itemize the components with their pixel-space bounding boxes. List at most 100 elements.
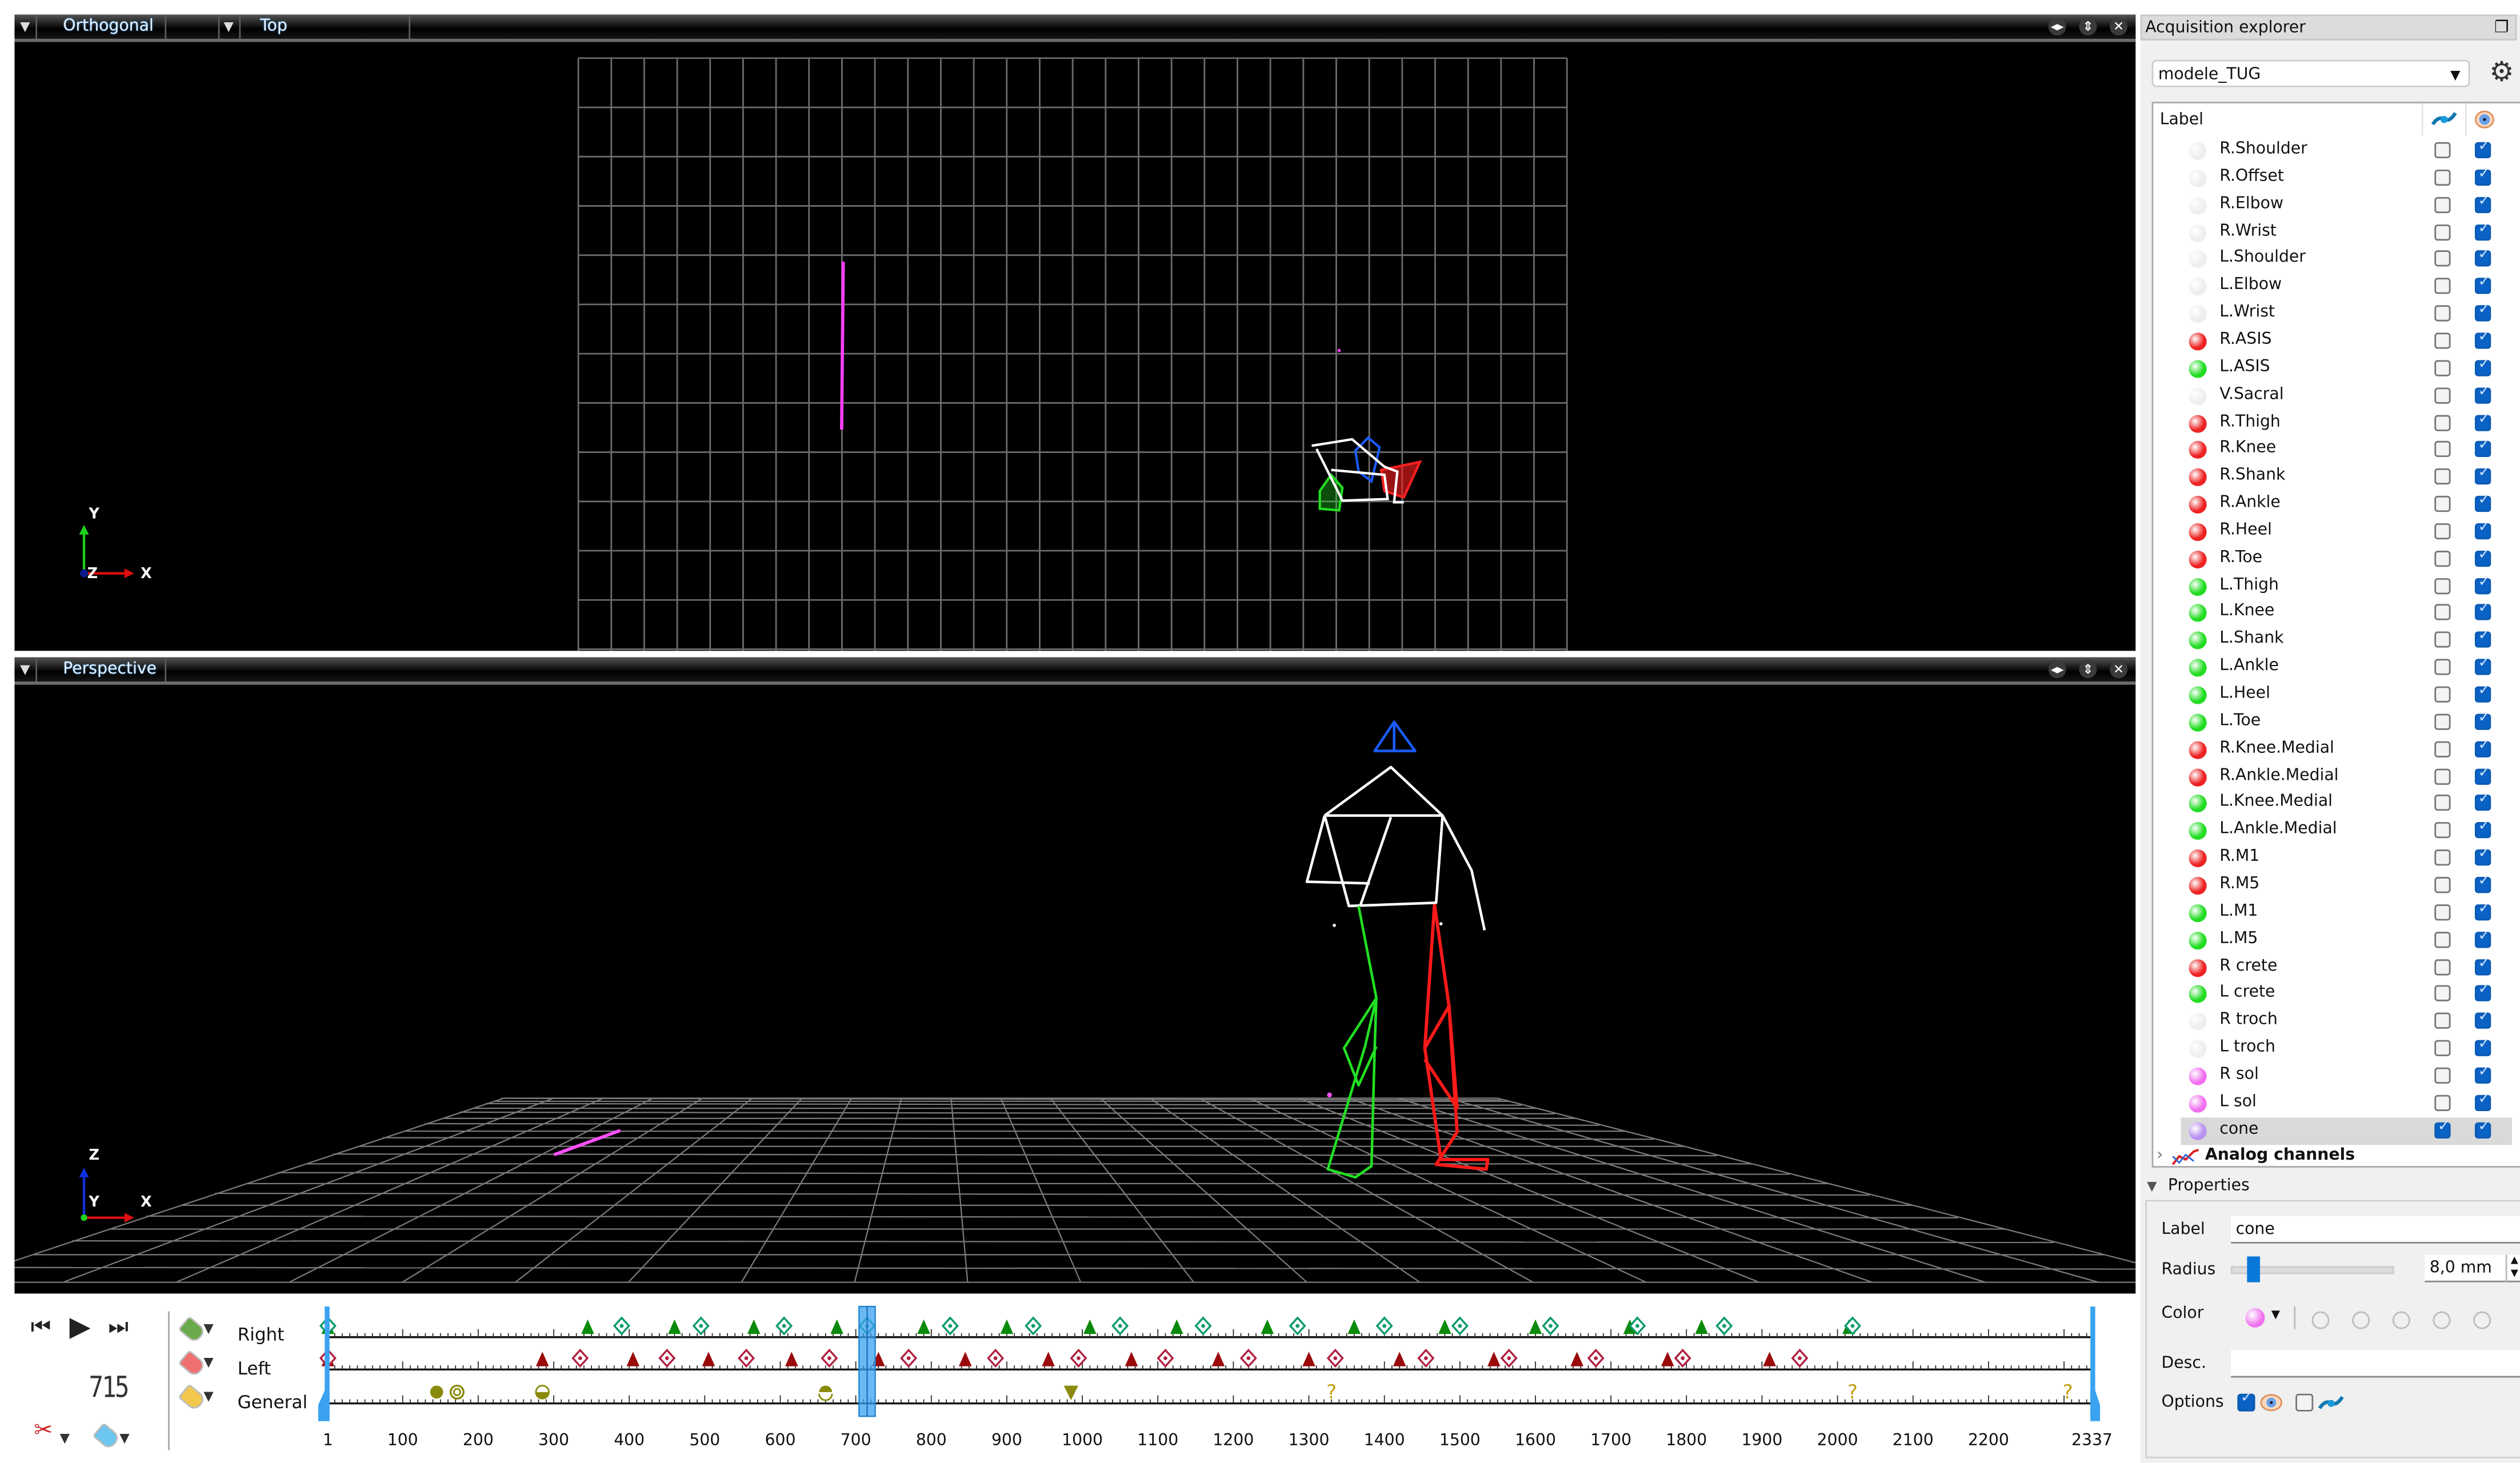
trajectory-checkbox[interactable] <box>2434 441 2451 458</box>
collapse-caret-icon[interactable]: ▼ <box>2147 1179 2157 1193</box>
visibility-checkbox[interactable] <box>2474 356 2491 376</box>
options-visible-checkbox[interactable] <box>2237 1390 2255 1412</box>
radius-spinbox[interactable]: 8,0 mm ▲ ▼ <box>2425 1254 2520 1282</box>
marker-row[interactable]: R crete <box>2153 953 2515 981</box>
trajectory-checkbox[interactable] <box>2434 931 2451 948</box>
visibility-checkbox[interactable] <box>2474 1037 2491 1056</box>
view-menu-caret-icon[interactable]: ▼ <box>218 14 241 39</box>
trajectory-checkbox[interactable] <box>2434 387 2451 403</box>
viewport-menu-caret-icon[interactable]: ▼ <box>14 657 38 682</box>
visibility-checkbox[interactable] <box>2474 574 2491 594</box>
marker-row[interactable]: R.Ankle <box>2153 491 2515 519</box>
visibility-checkbox[interactable] <box>2474 1064 2491 1084</box>
trajectory-checkbox[interactable] <box>2434 414 2451 431</box>
visibility-checkbox[interactable] <box>2474 955 2491 975</box>
properties-header[interactable]: Properties <box>2168 1177 2250 1195</box>
trajectory-checkbox[interactable] <box>2434 197 2451 213</box>
marker-row[interactable]: L.M1 <box>2153 899 2515 927</box>
trajectory-column-icon[interactable] <box>2431 111 2457 127</box>
marker-row[interactable]: L.Wrist <box>2153 300 2515 328</box>
visibility-checkbox[interactable] <box>2474 901 2491 920</box>
timeline-ruler[interactable]: 1 100 200 300 400 500 600 700 800 900 1000 1100 1200… <box>14 1302 2135 1463</box>
marker-row[interactable]: R.Ankle.Medial <box>2153 763 2515 791</box>
trajectory-checkbox[interactable] <box>2434 305 2451 322</box>
marker-row[interactable]: R.ASIS <box>2153 328 2515 355</box>
marker-row[interactable]: R sol <box>2153 1063 2515 1090</box>
visibility-checkbox[interactable] <box>2474 547 2491 567</box>
undock-icon[interactable]: ❐ <box>2494 16 2509 42</box>
marker-row[interactable]: R.Thigh <box>2153 410 2515 437</box>
visibility-checkbox[interactable] <box>2474 873 2491 893</box>
trajectory-checkbox[interactable] <box>2434 223 2451 240</box>
trajectory-checkbox[interactable] <box>2434 332 2451 349</box>
view-label[interactable]: Top <box>260 14 287 38</box>
visibility-checkbox[interactable] <box>2474 1009 2491 1029</box>
marker-row[interactable]: L.Knee <box>2153 600 2515 627</box>
marker-tree[interactable]: Label R.Shoulder R.Offset R.Elbow R.Wrist L.… <box>2151 102 2520 1168</box>
trajectory-checkbox[interactable] <box>2434 740 2451 757</box>
trajectory-checkbox[interactable] <box>2434 876 2451 893</box>
trajectory-checkbox[interactable] <box>2434 849 2451 866</box>
visibility-checkbox[interactable] <box>2474 384 2491 403</box>
description-field[interactable] <box>2231 1350 2520 1378</box>
options-trajectory-checkbox[interactable] <box>2295 1393 2314 1412</box>
color-caret-icon[interactable]: ▼ <box>2271 1308 2280 1321</box>
label-field[interactable]: cone <box>2231 1216 2520 1244</box>
trajectory-checkbox[interactable] <box>2434 468 2451 485</box>
marker-row[interactable]: R.Heel <box>2153 518 2515 546</box>
trajectory-checkbox[interactable] <box>2434 251 2451 267</box>
perspective-canvas[interactable]: Z Y X <box>14 685 2136 1294</box>
visibility-checkbox[interactable] <box>2474 275 2491 295</box>
marker-row[interactable]: R.Elbow <box>2153 192 2515 219</box>
marker-row[interactable]: R.Wrist <box>2153 219 2515 246</box>
visibility-checkbox[interactable] <box>2474 928 2491 948</box>
visibility-checkbox[interactable] <box>2474 656 2491 676</box>
close-viewport-icon[interactable]: ✕ <box>2110 660 2128 679</box>
model-dropdown[interactable]: modele_TUG ▼ <box>2151 59 2470 87</box>
trajectory-checkbox[interactable] <box>2434 523 2451 539</box>
close-viewport-icon[interactable]: ✕ <box>2110 18 2128 36</box>
marker-row[interactable]: R.Knee <box>2153 436 2515 464</box>
visibility-checkbox[interactable] <box>2474 520 2491 539</box>
visibility-checkbox[interactable] <box>2474 166 2491 186</box>
spin-arrows-icon[interactable]: ▲ ▼ <box>2505 1254 2520 1282</box>
visibility-checkbox[interactable] <box>2474 983 2491 1002</box>
trajectory-checkbox[interactable] <box>2434 1013 2451 1029</box>
visibility-checkbox[interactable] <box>2474 629 2491 648</box>
visibility-checkbox[interactable] <box>2474 792 2491 812</box>
trajectory-checkbox[interactable] <box>2434 958 2451 975</box>
chevron-right-icon[interactable]: › <box>2157 1147 2163 1164</box>
trajectory-checkbox[interactable] <box>2434 496 2451 512</box>
trajectory-checkbox[interactable] <box>2434 659 2451 676</box>
marker-row[interactable]: cone <box>2181 1117 2512 1145</box>
projection-label[interactable]: Perspective <box>63 658 157 682</box>
marker-row[interactable]: L troch <box>2153 1035 2515 1063</box>
expand-horizontal-icon[interactable]: ◂▸ <box>2048 18 2066 36</box>
color-swatch[interactable] <box>2433 1311 2451 1329</box>
visibility-checkbox[interactable] <box>2474 221 2491 240</box>
color-picker-button[interactable] <box>2245 1308 2265 1328</box>
expand-vertical-icon[interactable]: ⇕ <box>2079 660 2097 679</box>
trajectory-checkbox[interactable] <box>2434 686 2451 703</box>
trajectory-checkbox[interactable] <box>2434 768 2451 784</box>
visibility-checkbox[interactable] <box>2474 602 2491 621</box>
marker-row[interactable]: L.Knee.Medial <box>2153 791 2515 818</box>
marker-row[interactable]: L.M5 <box>2153 927 2515 954</box>
trajectory-checkbox[interactable] <box>2434 1040 2451 1056</box>
marker-row[interactable]: L.ASIS <box>2153 355 2515 382</box>
visibility-column-icon[interactable] <box>2474 110 2494 129</box>
visibility-checkbox[interactable] <box>2474 683 2491 703</box>
visibility-checkbox[interactable] <box>2474 1119 2491 1138</box>
visibility-checkbox[interactable] <box>2474 248 2491 267</box>
marker-row[interactable]: L sol <box>2153 1090 2515 1117</box>
trajectory-checkbox[interactable] <box>2434 577 2451 594</box>
marker-row[interactable]: L.Shoulder <box>2153 246 2515 274</box>
visibility-checkbox[interactable] <box>2474 847 2491 866</box>
visibility-checkbox[interactable] <box>2474 330 2491 349</box>
trajectory-checkbox[interactable] <box>2434 904 2451 920</box>
column-header-label[interactable]: Label <box>2160 111 2203 129</box>
visibility-checkbox[interactable] <box>2474 411 2491 431</box>
marker-row[interactable]: R.Shoulder <box>2153 137 2515 165</box>
visibility-checkbox[interactable] <box>2474 737 2491 757</box>
top-view-canvas[interactable]: Y Z X <box>14 42 2135 651</box>
